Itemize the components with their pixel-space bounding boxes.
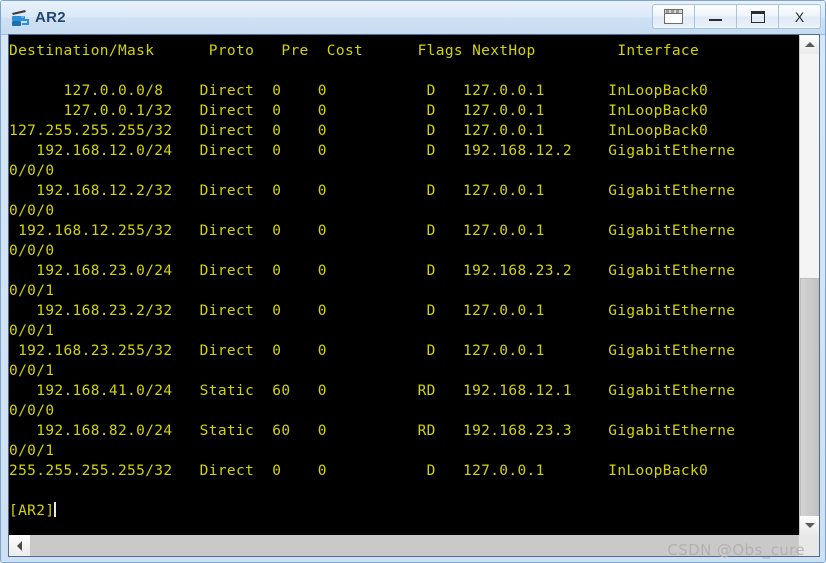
vertical-scroll-thumb[interactable]	[800, 278, 819, 518]
console-line: 0/0/0	[9, 161, 799, 181]
terminal-body: Destination/Mask Proto Pre Cost Flags Ne…	[9, 35, 819, 556]
console-output[interactable]: Destination/Mask Proto Pre Cost Flags Ne…	[9, 35, 799, 535]
scroll-up-button[interactable]	[800, 35, 819, 54]
chevron-up-icon	[805, 42, 815, 47]
console-line: 255.255.255.255/32 Direct 0 0 D 127.0.0.…	[9, 461, 799, 481]
cascade-button[interactable]	[652, 4, 695, 29]
console-line: 192.168.23.0/24 Direct 0 0 D 192.168.23.…	[9, 261, 799, 281]
terminal-frame: Destination/Mask Proto Pre Cost Flags Ne…	[8, 34, 820, 557]
horizontal-scroll-track[interactable]	[30, 535, 819, 556]
maximize-icon	[751, 11, 765, 23]
console-line: 0/0/1	[9, 361, 799, 381]
console-line: 127.0.0.1/32 Direct 0 0 D 127.0.0.1 InLo…	[9, 101, 799, 121]
cascade-icon	[664, 9, 683, 24]
minimize-icon	[709, 19, 722, 21]
close-button[interactable]: X	[778, 4, 821, 29]
console-line: 192.168.12.255/32 Direct 0 0 D 127.0.0.1…	[9, 221, 799, 241]
console-line	[9, 481, 799, 501]
window-titlebar[interactable]: AR2 X	[1, 1, 826, 35]
console-line: [AR2]	[9, 501, 799, 521]
console-line: 0/0/1	[9, 441, 799, 461]
console-line: 192.168.82.0/24 Static 60 0 RD 192.168.2…	[9, 421, 799, 441]
scroll-down-button[interactable]	[800, 516, 819, 535]
vertical-scrollbar[interactable]	[799, 35, 819, 535]
console-line: 127.0.0.0/8 Direct 0 0 D 127.0.0.1 InLoo…	[9, 81, 799, 101]
minimize-button[interactable]	[694, 4, 737, 29]
console-line: 0/0/0	[9, 201, 799, 221]
scroll-left-button[interactable]	[9, 535, 30, 556]
maximize-button[interactable]	[736, 4, 779, 29]
console-line: 0/0/1	[9, 321, 799, 341]
vertical-scroll-track[interactable]	[800, 54, 819, 278]
chevron-down-icon	[805, 523, 815, 528]
chevron-left-icon	[17, 541, 22, 551]
console-line: 192.168.12.0/24 Direct 0 0 D 192.168.12.…	[9, 141, 799, 161]
console-line: 0/0/0	[9, 241, 799, 261]
router-device-icon	[9, 7, 31, 29]
console-line: 0/0/1	[9, 281, 799, 301]
console-line: 0/0/0	[9, 401, 799, 421]
text-cursor	[54, 502, 56, 517]
console-line: 192.168.12.2/32 Direct 0 0 D 127.0.0.1 G…	[9, 181, 799, 201]
window-controls: X	[652, 4, 821, 29]
console-line	[9, 61, 799, 81]
terminal-window: AR2 X	[0, 0, 826, 563]
console-line: 192.168.41.0/24 Static 60 0 RD 192.168.1…	[9, 381, 799, 401]
horizontal-scrollbar[interactable]	[9, 535, 819, 556]
window-title: AR2	[35, 9, 66, 26]
scrollbar-corner	[798, 535, 819, 556]
close-icon: X	[795, 10, 804, 24]
console-line: 192.168.23.2/32 Direct 0 0 D 127.0.0.1 G…	[9, 301, 799, 321]
console-line: 127.255.255.255/32 Direct 0 0 D 127.0.0.…	[9, 121, 799, 141]
console-line: Destination/Mask Proto Pre Cost Flags Ne…	[9, 41, 799, 61]
console-line: 192.168.23.255/32 Direct 0 0 D 127.0.0.1…	[9, 341, 799, 361]
